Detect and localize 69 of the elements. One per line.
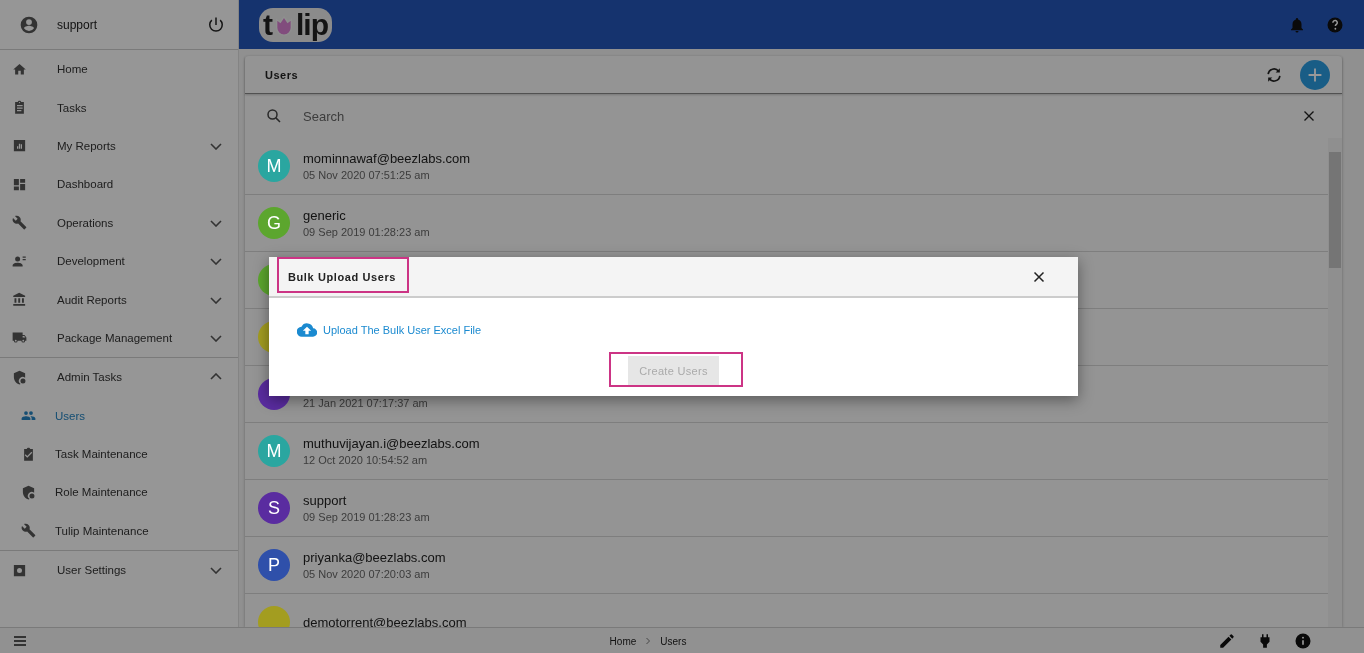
user-list-item[interactable]: M muthuvijayan.i@beezlabs.com 12 Oct 2020 10:54:52 am	[245, 423, 1328, 480]
user-email: muthuvijayan.i@beezlabs.com	[303, 436, 480, 451]
user-list-item[interactable]: G generic 09 Sep 2019 01:28:23 am	[245, 195, 1328, 252]
user-email: priyanka@beezlabs.com	[303, 550, 446, 565]
user-email: mominnawaf@beezlabs.com	[303, 151, 471, 166]
dashboard-icon	[12, 176, 27, 192]
chevron-down-icon	[210, 566, 222, 575]
user-date: 05 Nov 2020 07:51:25 am	[303, 169, 431, 181]
menu-icon[interactable]	[12, 633, 28, 649]
chevron-down-icon	[210, 295, 222, 304]
info-icon[interactable]	[1294, 632, 1312, 650]
breadcrumb-link[interactable]: Home	[609, 635, 637, 647]
add-button[interactable]	[1300, 59, 1330, 90]
wrench-icon	[21, 523, 36, 539]
user-list-item[interactable]: M mominnawaf@beezlabs.com 05 Nov 2020 07:51:25 am	[245, 138, 1328, 195]
shield-gear-icon	[12, 369, 27, 385]
chevron-down-icon	[210, 218, 222, 227]
scrollbar[interactable]	[1328, 138, 1342, 627]
bar-chart-icon	[12, 138, 27, 154]
checklist-icon	[21, 446, 36, 462]
chevron-down-icon	[210, 333, 222, 342]
user-date: 09 Sep 2019 01:28:23 am	[303, 226, 430, 238]
chevron-down-icon	[210, 141, 222, 150]
settings-icon	[12, 562, 27, 578]
bank-icon	[12, 292, 27, 308]
user-avatar: M	[258, 435, 290, 467]
clipboard-icon	[12, 100, 27, 116]
nav-item[interactable]: Task Maintenance	[0, 434, 238, 474]
nav-item[interactable]: Home	[0, 50, 238, 89]
wrench-icon	[12, 215, 27, 231]
nav-item[interactable]: Development	[0, 241, 238, 281]
logo: t lip	[259, 7, 332, 42]
upload-link[interactable]: Upload The Bulk User Excel File	[297, 320, 482, 340]
nav-item[interactable]: Operations	[0, 203, 238, 242]
chevron-up-icon	[210, 373, 222, 382]
nav-item[interactable]: Audit Reports	[0, 280, 238, 319]
user-date: 09 Sep 2019 01:28:23 am	[303, 511, 430, 523]
user-date: 12 Oct 2020 10:54:52 am	[303, 454, 429, 466]
user-email: support	[303, 493, 348, 508]
user-name: support	[57, 17, 99, 32]
user-avatar: P	[258, 549, 290, 581]
nav-item[interactable]: User Settings	[0, 551, 238, 590]
search-icon	[265, 107, 283, 125]
shield-gear-icon	[21, 485, 36, 500]
nav-item[interactable]: Admin Tasks	[0, 358, 238, 397]
nav-item[interactable]: Dashboard	[0, 165, 238, 204]
panel-title: Users	[265, 68, 300, 81]
search-field[interactable]: Search	[303, 104, 1300, 128]
breadcrumb-link[interactable]: Users	[660, 635, 687, 647]
user-date: 21 Jan 2021 07:17:37 am	[303, 397, 428, 409]
nav-item[interactable]: My Reports	[0, 126, 238, 166]
user-list-item[interactable]: P priyanka@beezlabs.com 05 Nov 2020 07:20:03 am	[245, 537, 1328, 594]
scrollbar-thumb[interactable]	[1329, 152, 1341, 268]
nav-item[interactable]: Tasks	[0, 88, 238, 127]
user-list-item[interactable]: S support 09 Sep 2019 01:28:23 am	[245, 480, 1328, 537]
nav-item[interactable]: Role Maintenance	[0, 473, 238, 512]
user-email: generic	[303, 208, 347, 223]
user-date: 05 Nov 2020 07:20:03 am	[303, 568, 431, 580]
home-icon	[12, 61, 27, 77]
chevron-down-icon	[210, 257, 222, 266]
pencil-icon[interactable]	[1218, 632, 1236, 650]
help-icon[interactable]	[1326, 15, 1344, 34]
cloud-upload-icon	[297, 320, 317, 340]
account-icon	[19, 14, 39, 35]
user-avatar: S	[258, 492, 290, 524]
nav-item[interactable]: Users	[0, 396, 238, 435]
dialog-title: Bulk Upload Users	[288, 270, 397, 283]
user-avatar: M	[258, 150, 290, 182]
user-avatar: G	[258, 207, 290, 239]
